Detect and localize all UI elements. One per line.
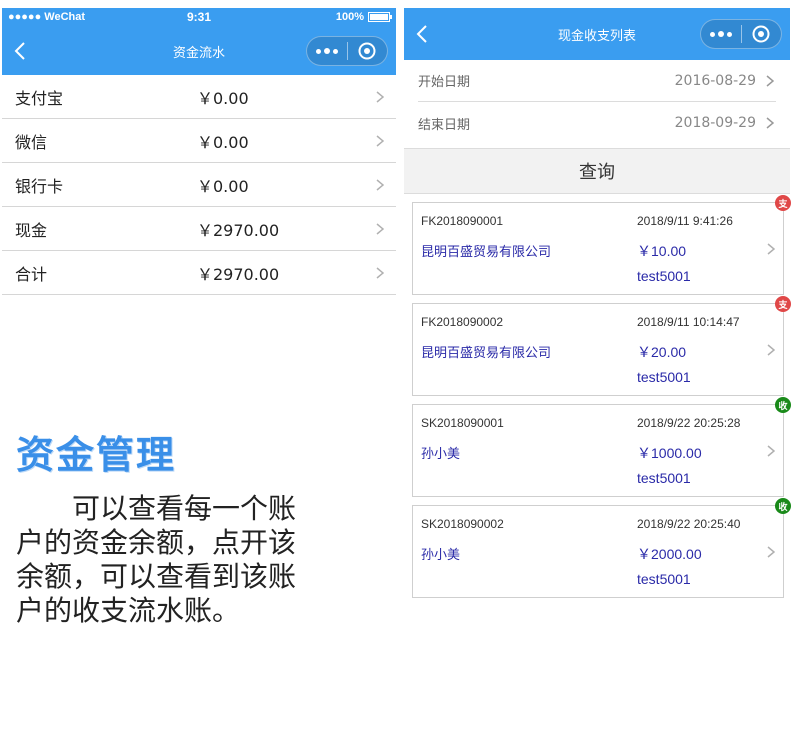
- chevron-right-icon: [376, 135, 384, 147]
- record-number: SK2018090001: [421, 416, 504, 430]
- record-user: test5001: [637, 268, 691, 284]
- record-party: 昆明百盛贸易有限公司: [421, 346, 552, 361]
- query-button[interactable]: 查询: [404, 148, 790, 194]
- record-user: test5001: [637, 470, 691, 486]
- battery-icon: [368, 12, 392, 22]
- promo-title: 资金管理: [16, 432, 177, 477]
- pay-badge: 支: [775, 195, 791, 211]
- record-party: 孙小美: [421, 447, 461, 462]
- status-bar: ●●●●● WeChat 9:31 100%: [2, 8, 396, 27]
- record-number: FK2018090002: [421, 315, 504, 329]
- chevron-right-icon: [767, 546, 775, 558]
- account-list: 支付宝 ￥0.00 微信 ￥0.00 银行卡 ￥0.00 现金 ￥2970.00…: [2, 75, 396, 295]
- account-amount: ￥0.00: [197, 132, 249, 152]
- account-row-bank-card[interactable]: 银行卡 ￥0.00: [2, 163, 396, 207]
- end-date-value: 2018-09-29: [674, 115, 756, 131]
- target-circle-icon: [752, 25, 770, 43]
- back-button[interactable]: [10, 39, 30, 63]
- start-date-picker[interactable]: 开始日期 2016-08-29: [418, 60, 776, 102]
- back-arrow-icon: [416, 25, 427, 43]
- promo-description: 可以查看每一个账户的资金余额，点开该余额，可以查看到该账户的收支流水账。: [16, 492, 297, 627]
- account-row-wechat[interactable]: 微信 ￥0.00: [2, 119, 396, 163]
- close-mini-program-button[interactable]: [348, 37, 387, 65]
- account-name: 支付宝: [15, 88, 64, 108]
- account-row-cash[interactable]: 现金 ￥2970.00: [2, 207, 396, 251]
- chevron-right-icon: [766, 117, 774, 129]
- account-name: 微信: [15, 132, 48, 152]
- account-amount: ￥0.00: [197, 176, 249, 196]
- battery-indicator: 100%: [335, 11, 392, 23]
- chevron-right-icon: [766, 75, 774, 87]
- more-menu-button[interactable]: [701, 20, 741, 48]
- receive-badge: 收: [775, 397, 791, 413]
- start-date-label: 开始日期: [418, 75, 471, 90]
- record-user: test5001: [637, 571, 691, 587]
- end-date-picker[interactable]: 结束日期 2018-09-29: [418, 102, 776, 144]
- chevron-right-icon: [376, 267, 384, 279]
- nav-bar: 资金流水: [2, 27, 396, 75]
- back-button[interactable]: [412, 22, 432, 46]
- cash-records-screen: 现金收支列表 开始日期 2016-08-29 结束日期 2018-09-29 查…: [404, 8, 791, 598]
- receive-badge: 收: [775, 498, 791, 514]
- back-arrow-icon: [14, 42, 25, 60]
- account-row-total[interactable]: 合计 ￥2970.00: [2, 251, 396, 295]
- account-amount: ￥2970.00: [197, 220, 280, 240]
- pay-badge: 支: [775, 296, 791, 312]
- battery-percent: 100%: [335, 11, 364, 23]
- record-card[interactable]: SK2018090002 2018/9/22 20:25:40 孙小美 ￥200…: [412, 498, 791, 598]
- record-number: SK2018090002: [421, 517, 504, 531]
- record-datetime: 2018/9/22 20:25:40: [637, 517, 741, 531]
- account-name: 合计: [15, 264, 48, 284]
- record-datetime: 2018/9/11 9:41:26: [637, 214, 733, 228]
- chevron-right-icon: [767, 243, 775, 255]
- record-amount: ￥1000.00: [637, 445, 702, 461]
- chevron-right-icon: [376, 91, 384, 103]
- close-mini-program-button[interactable]: [742, 20, 781, 48]
- nav-bar: 现金收支列表: [404, 8, 790, 60]
- account-row-alipay[interactable]: 支付宝 ￥0.00: [2, 75, 396, 119]
- record-number: FK2018090001: [421, 214, 504, 228]
- record-card[interactable]: FK2018090001 2018/9/11 9:41:26 昆明百盛贸易有限公…: [412, 195, 791, 295]
- record-amount: ￥10.00: [637, 243, 687, 259]
- mini-program-capsule: [306, 36, 388, 66]
- record-card[interactable]: FK2018090002 2018/9/11 10:14:47 昆明百盛贸易有限…: [412, 296, 791, 396]
- record-card[interactable]: SK2018090001 2018/9/22 20:25:28 孙小美 ￥100…: [412, 397, 791, 497]
- record-party: 孙小美: [421, 548, 461, 563]
- record-user: test5001: [637, 369, 691, 385]
- start-date-value: 2016-08-29: [674, 72, 756, 89]
- account-name: 银行卡: [15, 176, 64, 196]
- mini-program-capsule: [700, 19, 782, 49]
- top-bar: ●●●●● WeChat 9:31 100% 资金流水: [2, 8, 396, 75]
- chevron-right-icon: [767, 344, 775, 356]
- chevron-right-icon: [767, 445, 775, 457]
- account-name: 现金: [15, 220, 48, 240]
- account-balance-screen: ●●●●● WeChat 9:31 100% 资金流水 支付宝 ￥0.00 微信…: [2, 8, 396, 295]
- record-amount: ￥20.00: [637, 344, 687, 360]
- end-date-label: 结束日期: [418, 117, 471, 133]
- record-amount: ￥2000.00: [637, 546, 702, 562]
- chevron-right-icon: [376, 223, 384, 235]
- account-amount: ￥2970.00: [197, 264, 280, 284]
- record-party: 昆明百盛贸易有限公司: [421, 245, 552, 260]
- more-menu-button[interactable]: [307, 37, 347, 65]
- record-datetime: 2018/9/22 20:25:28: [637, 416, 741, 430]
- account-amount: ￥0.00: [197, 88, 249, 108]
- chevron-right-icon: [376, 179, 384, 191]
- target-circle-icon: [358, 42, 376, 60]
- top-bar: 现金收支列表: [404, 8, 790, 60]
- record-datetime: 2018/9/11 10:14:47: [637, 315, 740, 329]
